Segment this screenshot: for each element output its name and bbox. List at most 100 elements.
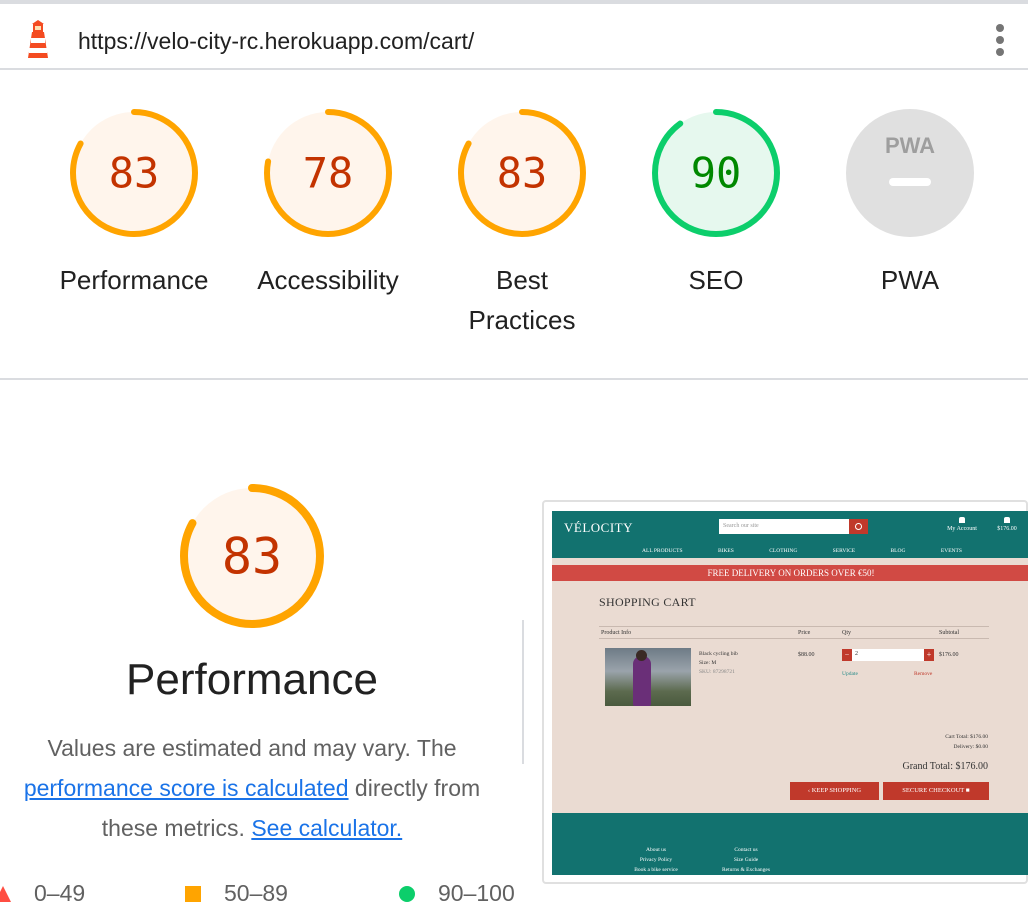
footer-link: About us [645, 847, 666, 853]
nav-item: ALL PRODUCTS [642, 548, 683, 554]
kebab-menu-icon[interactable] [994, 22, 1006, 58]
circle-icon [399, 885, 415, 902]
legend-pass-label: 90–100 [438, 880, 515, 906]
gauge-performance[interactable]: 83 Performance [44, 108, 224, 300]
site-footer: About us Privacy Policy Book a bike serv… [552, 813, 1028, 875]
gauge-label-line: SEO [688, 265, 744, 295]
bag-link: $176.00 [992, 517, 1022, 532]
description-text-1: Values are estimated and may vary. The [47, 735, 457, 761]
keep-shopping-label: KEEP SHOPPING [811, 787, 862, 794]
nav-item: SERVICE [832, 548, 856, 554]
product-price: $88.00 [798, 652, 815, 658]
gauge-pwa[interactable]: PWA PWA [820, 108, 1000, 300]
qty-increment: + [924, 649, 934, 661]
gauge-score: 83 [109, 149, 160, 198]
performance-description: Values are estimated and may vary. The p… [0, 728, 504, 848]
gauge-score: 78 [303, 149, 354, 198]
gauge-best-practices[interactable]: 83 Best Practices [432, 108, 612, 340]
nav-item: BIKES [717, 548, 734, 554]
col-header: Price [798, 630, 811, 636]
category-gauges: 83 Performance 78 Accessibility 83 Best Prac… [0, 70, 1028, 380]
lighthouse-icon [28, 20, 48, 58]
col-header: Subtotal [939, 630, 960, 636]
product-info: Black cycling bib Size: M SKU: 87298721 [699, 650, 738, 677]
product-image [605, 648, 691, 706]
performance-title: Performance [126, 655, 378, 704]
grand-total: Grand Total: $176.00 [902, 761, 989, 772]
footer-link: Size Guide [733, 857, 759, 863]
pwa-badge-text: PWA [885, 133, 935, 158]
legend-fail-label: 0–49 [34, 880, 86, 906]
footer-link: Privacy Policy [639, 857, 673, 863]
pwa-dash [889, 178, 931, 186]
qty-input: 2 [852, 649, 924, 661]
bag-total: $176.00 [997, 526, 1017, 532]
gauge-label-line: Performance [59, 265, 209, 295]
account-link: My Account [942, 517, 982, 532]
secure-checkout-label: SECURE CHECKOUT [902, 787, 965, 794]
see-calculator-link[interactable]: See calculator. [251, 815, 402, 841]
footer-link: Book a bike service [634, 867, 678, 873]
pwa-badge-circle [846, 109, 974, 237]
bag-icon [1004, 517, 1010, 523]
divider [599, 638, 989, 639]
gauge-label-line: Practices [468, 305, 576, 335]
site-header: VÉLOCITY Search our site My Account $176… [552, 511, 1028, 558]
keep-shopping-button: ‹ KEEP SHOPPING [790, 782, 879, 800]
footer-link: Contact us [734, 847, 758, 853]
site-nav: ALL PRODUCTS BIKES CLOTHING SERVICE BLOG… [642, 548, 962, 554]
search-icon [849, 519, 868, 534]
triangle-icon [0, 885, 11, 902]
gauge-accessibility[interactable]: 78 Accessibility [238, 108, 418, 300]
gauge-seo[interactable]: 90 SEO [626, 108, 806, 300]
report-url[interactable]: https://velo-city-rc.herokuapp.com/cart/ [78, 28, 474, 55]
qty-decrement: − [842, 649, 852, 661]
gauge-ring: PWA [846, 109, 974, 237]
performance-score-gauge: 83 [180, 484, 324, 628]
gauge-ring: 90 [652, 109, 780, 237]
account-label: My Account [947, 526, 977, 532]
gauge-label: PWA [820, 260, 1000, 300]
legend-average: 50–89 [184, 880, 288, 906]
final-screenshot[interactable]: VÉLOCITY Search our site My Account $176… [542, 500, 1028, 884]
gauge-ring: 78 [264, 109, 392, 237]
product-sku: SKU: 87298721 [699, 669, 735, 675]
footer-link: Returns & Exchanges [722, 867, 770, 873]
gauge-label: SEO [626, 260, 806, 300]
cart-total: Cart Total: $176.00 [945, 734, 988, 740]
gauge-label: Accessibility [238, 260, 418, 300]
legend-fail: 0–49 [0, 880, 85, 906]
section-divider [522, 620, 524, 764]
product-subtotal: $176.00 [939, 652, 959, 658]
gauge-ring: 83 [458, 109, 586, 237]
gauge-score: 83 [222, 528, 282, 586]
gauge-label-line: Accessibility [257, 265, 399, 295]
delivery-banner: FREE DELIVERY ON ORDERS OVER €50! [552, 565, 1028, 581]
site-logo: VÉLOCITY [564, 520, 633, 535]
legend-average-label: 50–89 [224, 880, 288, 906]
site-search-input: Search our site [719, 519, 849, 534]
gauge-label: Best Practices [432, 260, 612, 340]
secure-checkout-button: SECURE CHECKOUT ■ [883, 782, 989, 800]
nav-item: BLOG [890, 548, 906, 554]
footer-column-2: Contact us Size Guide Returns & Exchange… [702, 845, 790, 875]
lock-icon: ■ [965, 787, 970, 794]
score-legend: 0–49 50–89 90–100 [0, 880, 540, 906]
footer-column-1: About us Privacy Policy Book a bike serv… [612, 845, 700, 875]
square-icon [185, 885, 201, 902]
gauge-label-line: Best [495, 265, 549, 295]
update-link: Update [842, 671, 858, 677]
gauge-score: 90 [691, 149, 742, 198]
col-header: Product Info [601, 630, 632, 636]
divider [599, 626, 989, 627]
gauge-score: 83 [497, 149, 548, 198]
gauge-label: Performance [44, 260, 224, 300]
legend-pass: 90–100 [398, 880, 515, 906]
remove-link: Remove [914, 671, 933, 677]
cart-title: SHOPPING CART [599, 595, 696, 609]
gauge-ring: 83 [70, 109, 198, 237]
report-url-bar: https://velo-city-rc.herokuapp.com/cart/ [0, 0, 1028, 70]
gauge-label-line: PWA [880, 265, 940, 295]
score-calculated-link[interactable]: performance score is calculated [24, 775, 349, 801]
product-size: Size: M [699, 660, 717, 666]
